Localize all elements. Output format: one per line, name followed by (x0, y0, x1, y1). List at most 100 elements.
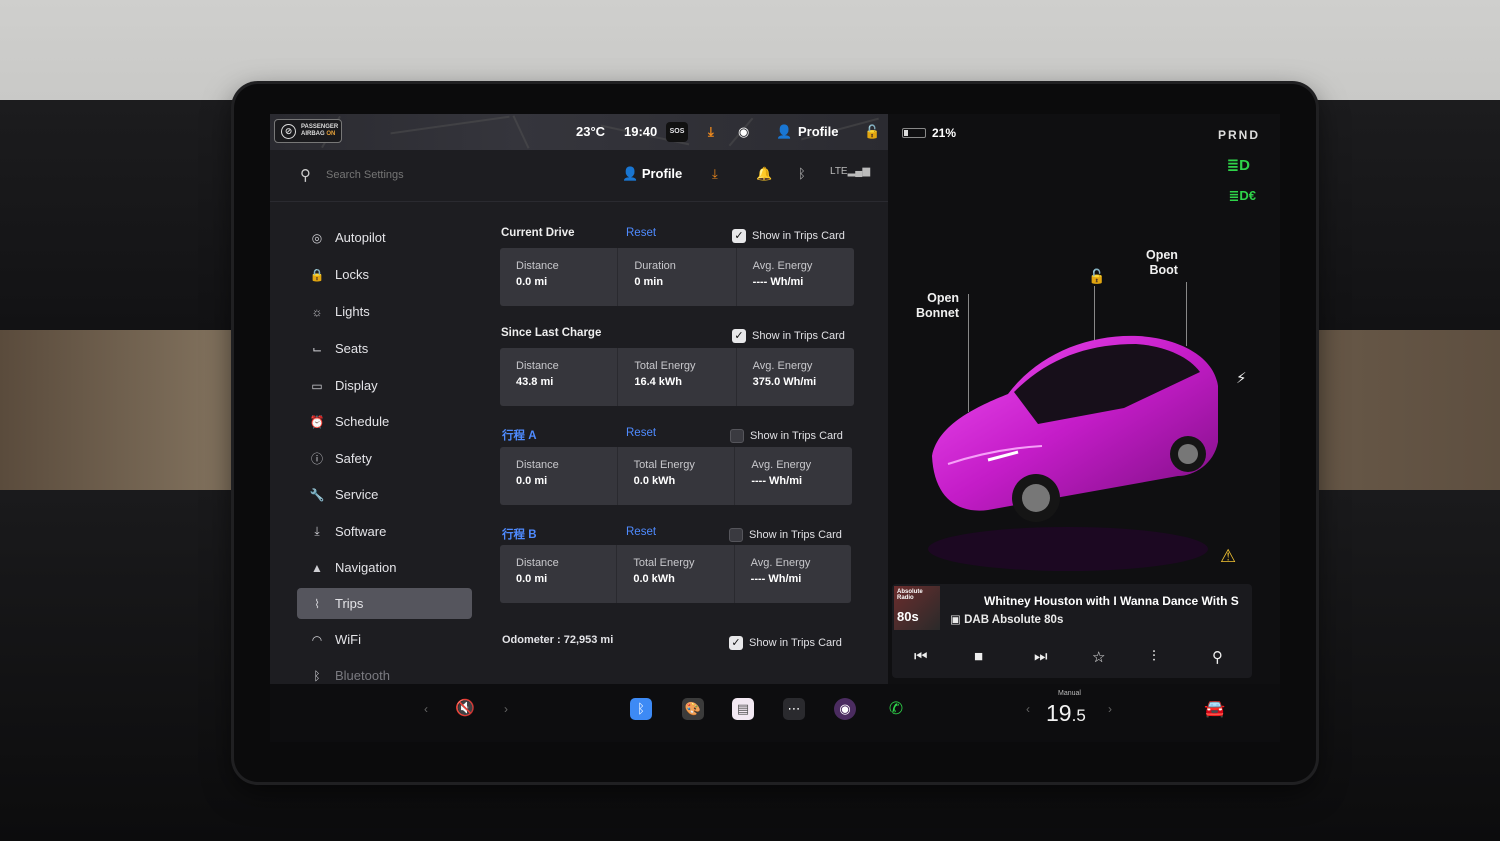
open-boot-button[interactable]: Open Boot (1146, 248, 1178, 278)
airbag-line2: AIRBAG (301, 131, 325, 137)
warning-icon[interactable]: ⚠ (1220, 546, 1236, 567)
stat-cell: Distance 0.0 mi (500, 447, 618, 505)
sidebar-item-schedule[interactable]: ⏰ Schedule (297, 406, 472, 437)
mute-icon[interactable]: 🔇 (454, 698, 476, 720)
since-last-charge-show-checkbox[interactable]: ✓ Show in Trips Card (732, 329, 845, 343)
car-icon[interactable]: 🚘 (1204, 698, 1226, 720)
sidebar-item-label: Trips (335, 596, 364, 611)
stat-label: Avg. Energy (752, 360, 813, 372)
temp-up-arrow-icon[interactable]: › (1108, 702, 1112, 716)
seat-icon: ⌙ (311, 341, 323, 356)
trip-b-reset-button[interactable]: Reset (626, 526, 656, 538)
sidebar-item-autopilot[interactable]: ◎ Autopilot (297, 222, 472, 253)
checkmark-icon: ✓ (732, 329, 746, 343)
dashcam-icon[interactable]: ◉ (738, 124, 749, 140)
previous-track-icon[interactable]: ⏮ (914, 648, 928, 665)
sidebar-item-navigation[interactable]: ▲ Navigation (297, 552, 472, 583)
wrench-icon: 🔧 (309, 487, 325, 502)
stat-value: 16.4 kWh (634, 376, 683, 388)
sidebar-item-software[interactable]: ⤓ Software (297, 516, 472, 547)
calendar-app-icon[interactable]: ▤ (732, 698, 754, 720)
stat-cell: Avg. Energy ---- Wh/mi (735, 447, 852, 505)
open-bonnet-line1: Open (927, 291, 960, 305)
sidebar-item-seats[interactable]: ⌙ Seats (297, 333, 472, 364)
checkbox-empty-icon (730, 429, 744, 443)
download-icon[interactable]: ⤓ (708, 124, 714, 140)
stat-cell: Total Energy 0.0 kWh (618, 447, 736, 505)
profile-icon[interactable]: 👤 (776, 124, 792, 140)
stop-icon[interactable]: ■ (974, 648, 983, 665)
cabin-temperature[interactable]: 19.5 (1046, 700, 1086, 727)
search-input[interactable] (326, 163, 546, 187)
header-profile-button[interactable]: 👤 Profile (622, 166, 682, 182)
sidebar-item-display[interactable]: ▭ Display (297, 370, 472, 401)
trip-a-card: Distance 0.0 mi Total Energy 0.0 kWh Avg. … (500, 447, 852, 505)
album-art: Absolute Radio 80s (894, 586, 940, 630)
trip-a-title: 行程 A (502, 430, 537, 442)
trip-a-reset-button[interactable]: Reset (626, 427, 656, 439)
bell-icon[interactable]: 🔔 (756, 166, 772, 182)
equalizer-icon[interactable]: ⫶ (1152, 648, 1156, 665)
stat-value: 0.0 mi (516, 573, 548, 585)
charge-port-icon[interactable]: ⚡ (1236, 369, 1247, 387)
toybox-app-icon[interactable]: 🎨 (682, 698, 704, 720)
search-icon[interactable]: ⚲ (1212, 648, 1223, 666)
settings-nav: ◎ Autopilot 🔒 Locks ☼ Lights ⌙ Seats ▭ Displa… (278, 202, 478, 684)
sidebar-item-label: Service (335, 487, 379, 502)
radio-icon: ▣ (950, 614, 961, 626)
low-beam-icon: ≣D (1226, 157, 1250, 174)
checkbox-label: Show in Trips Card (750, 430, 843, 442)
sidebar-item-wifi[interactable]: ◠ WiFi (297, 624, 472, 655)
trip-a-show-checkbox[interactable]: Show in Trips Card (730, 429, 843, 443)
volume-up-arrow-icon[interactable]: › (504, 702, 508, 716)
sidebar-item-trips[interactable]: ⌇ Trips (297, 588, 472, 619)
clock: 19:40 (624, 124, 658, 139)
camera-app-icon[interactable]: ◉ (834, 698, 856, 720)
bluetooth-icon: ᛒ (313, 668, 321, 683)
odometer-show-checkbox[interactable]: ✓ Show in Trips Card (729, 636, 842, 650)
stat-cell: Avg. Energy ---- Wh/mi (737, 248, 854, 306)
unlock-icon[interactable]: 🔓 (864, 124, 880, 140)
bluetooth-app-icon[interactable]: ᛒ (630, 698, 652, 720)
download-icon[interactable]: ⤓ (712, 166, 718, 182)
checkmark-icon: ✓ (732, 229, 746, 243)
current-drive-reset-button[interactable]: Reset (626, 227, 656, 239)
stat-value: ---- Wh/mi (751, 475, 803, 487)
status-bar: ⊘ PASSENGER AIRBAG ON 23°C 19:40 SOS ⤓ ◉… (270, 114, 888, 150)
current-drive-show-checkbox[interactable]: ✓ Show in Trips Card (732, 229, 845, 243)
sidebar-item-safety[interactable]: ⓘ Safety (297, 443, 472, 474)
stat-value: 0.0 kWh (633, 475, 676, 487)
bottom-dock: ‹ 🔇 › ᛒ 🎨 ▤ ⋯ ◉ ✆ ‹ Manual 19.5 › 🚘 (270, 684, 1280, 742)
bluetooth-icon[interactable]: ᛒ (798, 166, 806, 181)
settings-panel: ⊘ PASSENGER AIRBAG ON 23°C 19:40 SOS ⤓ ◉… (270, 114, 888, 684)
next-track-icon[interactable]: ⏭ (1034, 648, 1048, 665)
more-apps-icon[interactable]: ⋯ (783, 698, 805, 720)
status-profile-label[interactable]: Profile (798, 124, 838, 139)
since-last-charge-card: Distance 43.8 mi Total Energy 16.4 kWh Avg… (500, 348, 854, 406)
phone-app-icon[interactable]: ✆ (885, 698, 907, 720)
stat-cell: Avg. Energy 375.0 Wh/mi (737, 348, 854, 406)
trip-b-show-checkbox[interactable]: Show in Trips Card (729, 528, 842, 542)
stat-value: ---- Wh/mi (750, 573, 802, 585)
sos-button[interactable]: SOS (666, 122, 688, 142)
volume-down-arrow-icon[interactable]: ‹ (424, 702, 428, 716)
stat-label: Distance (516, 360, 559, 372)
favorite-icon[interactable]: ☆ (1092, 648, 1105, 666)
sidebar-item-label: Seats (335, 341, 369, 356)
sidebar-item-service[interactable]: 🔧 Service (297, 479, 472, 510)
car-unlock-icon[interactable]: 🔓 (1088, 268, 1105, 285)
battery-percent: 21% (932, 126, 957, 140)
temp-down-arrow-icon[interactable]: ‹ (1026, 702, 1030, 716)
info-icon: ⓘ (310, 452, 323, 466)
stat-label: Avg. Energy (750, 557, 811, 569)
gear-selector: PRND (1217, 128, 1260, 142)
sidebar-item-bluetooth[interactable]: ᛒ Bluetooth (297, 660, 472, 684)
station-name: ▣ DAB Absolute 80s (950, 612, 1063, 626)
sidebar-item-locks[interactable]: 🔒 Locks (297, 259, 472, 290)
sidebar-item-lights[interactable]: ☼ Lights (297, 296, 472, 327)
since-last-charge-title: Since Last Charge (501, 327, 602, 339)
stat-cell: Total Energy 16.4 kWh (618, 348, 737, 406)
battery-icon (902, 128, 926, 138)
temp-int: 19 (1046, 700, 1072, 726)
airbag-line1: PASSENGER (301, 124, 339, 130)
